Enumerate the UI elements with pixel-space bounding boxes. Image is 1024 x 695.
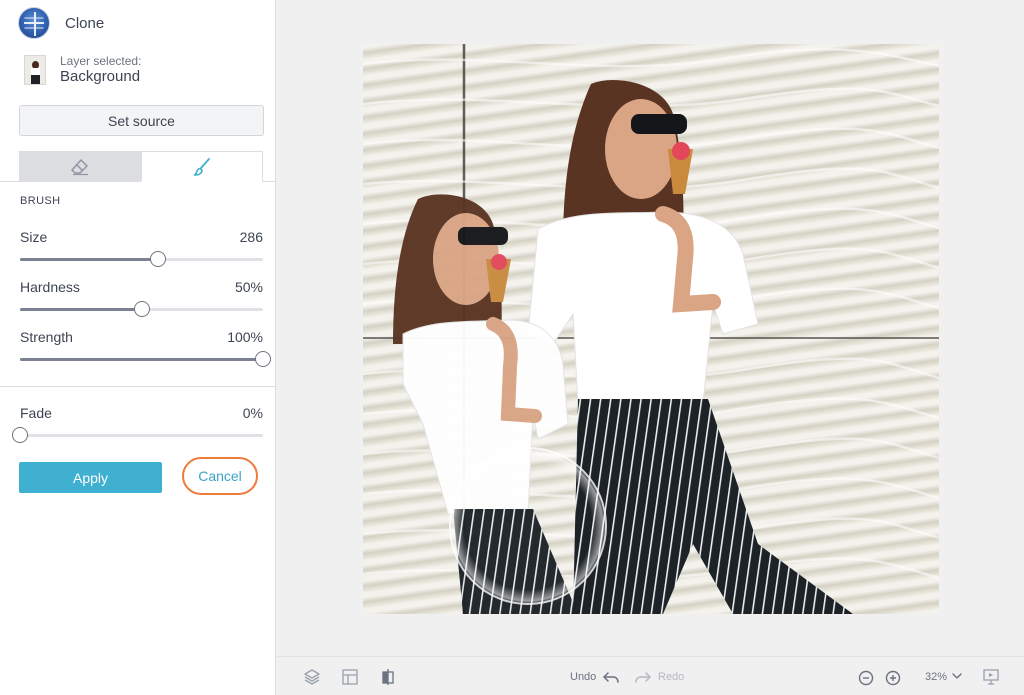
section-divider xyxy=(0,386,276,387)
fade-slider: Fade 0% xyxy=(12,405,263,443)
photo-canvas[interactable] xyxy=(363,44,939,614)
fade-handle[interactable] xyxy=(12,427,28,443)
size-label: Size xyxy=(20,229,48,245)
brush-icon xyxy=(193,158,210,176)
hardness-fill xyxy=(20,308,142,311)
hardness-handle[interactable] xyxy=(133,301,150,317)
redo-label[interactable]: Redo xyxy=(658,671,684,683)
strength-slider: Strength 100% xyxy=(20,329,271,367)
undo-icon[interactable] xyxy=(602,669,620,687)
tool-header: Clone xyxy=(18,7,104,39)
strength-value: 100% xyxy=(227,329,263,345)
strength-fill xyxy=(20,358,263,361)
brush-section-label: BRUSH xyxy=(20,195,61,207)
tab-brush[interactable] xyxy=(141,151,263,182)
strength-label: Strength xyxy=(20,329,73,345)
clone-tool-icon xyxy=(18,7,50,39)
presentation-icon[interactable] xyxy=(982,668,1000,686)
strength-track[interactable] xyxy=(20,351,271,367)
hardness-track[interactable] xyxy=(20,301,263,317)
size-value: 286 xyxy=(239,229,263,245)
grid-icon[interactable] xyxy=(341,668,359,686)
set-source-button[interactable]: Set source xyxy=(19,105,264,136)
zoom-in-icon[interactable] xyxy=(884,669,902,687)
layer-thumbnail xyxy=(24,55,46,85)
undo-label[interactable]: Undo xyxy=(570,671,596,683)
size-handle[interactable] xyxy=(149,251,166,267)
fade-track[interactable] xyxy=(12,427,263,443)
tool-tabs xyxy=(19,151,263,182)
layer-caption: Layer selected: xyxy=(60,54,142,68)
side-panel: Clone Layer selected: Background Set sou… xyxy=(0,0,276,695)
hardness-label: Hardness xyxy=(20,279,80,295)
size-fill xyxy=(20,258,158,261)
size-track[interactable] xyxy=(20,251,263,267)
zoom-out-icon[interactable] xyxy=(857,669,875,687)
chevron-down-icon[interactable] xyxy=(951,670,963,682)
tab-eraser[interactable] xyxy=(19,151,141,182)
tool-title: Clone xyxy=(65,14,105,32)
cancel-button[interactable]: Cancel xyxy=(182,457,258,495)
eraser-icon xyxy=(71,158,88,175)
hardness-slider: Hardness 50% xyxy=(20,279,263,317)
photo-image xyxy=(363,44,939,614)
layer-selected: Layer selected: Background xyxy=(24,54,141,86)
redo-icon[interactable] xyxy=(634,669,652,687)
strength-handle[interactable] xyxy=(255,351,271,367)
fade-value: 0% xyxy=(242,405,263,421)
size-slider: Size 286 xyxy=(20,229,263,267)
zoom-level[interactable]: 32% xyxy=(925,671,947,683)
hardness-value: 50% xyxy=(234,279,263,295)
fade-label: Fade xyxy=(20,405,52,421)
layers-icon[interactable] xyxy=(303,668,321,686)
bottom-toolbar: Undo Redo 32% xyxy=(277,656,1024,695)
compare-icon[interactable] xyxy=(379,668,397,686)
apply-button[interactable]: Apply xyxy=(19,462,162,493)
layer-name: Background xyxy=(60,68,141,85)
